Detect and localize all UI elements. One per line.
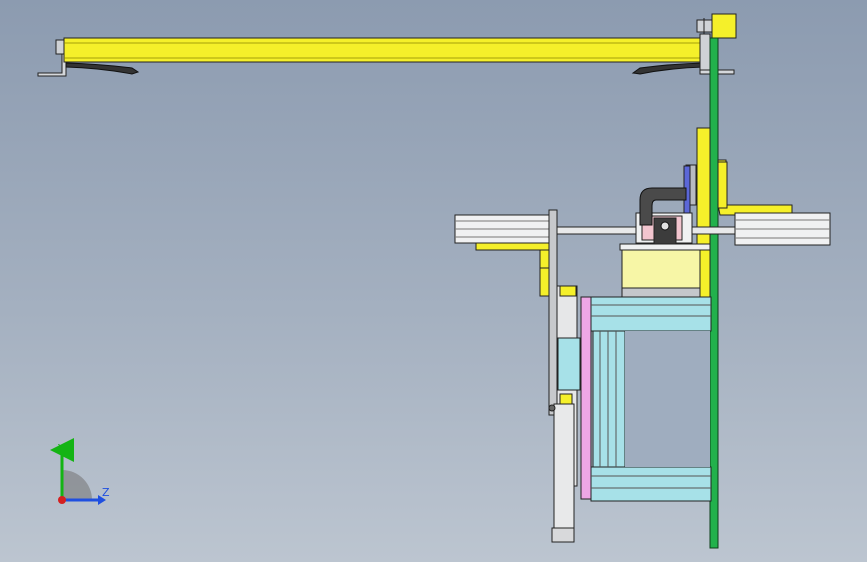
vertical-slide-cap <box>559 285 577 297</box>
top-rail-right-sag <box>631 62 705 75</box>
left-yellow-bracket <box>475 242 556 251</box>
gripper-light-yellow-block <box>621 249 701 289</box>
top-rail-assembly <box>37 13 737 77</box>
slide-bolt <box>548 404 556 412</box>
vertical-slide-bar <box>548 209 558 416</box>
axis-triad <box>50 438 106 505</box>
drive-motor-block <box>711 13 737 39</box>
y-axis-label: Y <box>58 442 65 455</box>
cad-viewport[interactable]: Y Z <box>0 0 867 562</box>
cylinder-yellow-ring <box>559 393 573 405</box>
cylinder-end-cap <box>551 527 575 543</box>
gripper-pivot <box>660 221 670 231</box>
frame-pink-plate <box>580 296 592 500</box>
frame-top-bar <box>590 296 712 332</box>
z-axis-label: Z <box>102 486 110 499</box>
top-rail-left-sag <box>65 62 140 75</box>
vertical-slide-group <box>548 209 581 543</box>
frame-left-post <box>592 330 626 468</box>
axis-origin-dot <box>58 496 66 504</box>
frame-bottom-bar <box>590 466 712 502</box>
vertical-slide-cyan-block <box>557 337 581 391</box>
top-rail-right-bracket <box>699 33 711 71</box>
frame-inner-gap <box>625 331 710 467</box>
frame-box-group <box>580 296 712 502</box>
cylinder-body <box>553 403 575 530</box>
right-l-bracket-top <box>717 161 728 209</box>
axis-triad-arc <box>62 470 92 500</box>
gripper-white-strip <box>619 243 711 251</box>
top-rail-beam <box>63 37 705 63</box>
cad-drawing <box>37 13 831 549</box>
